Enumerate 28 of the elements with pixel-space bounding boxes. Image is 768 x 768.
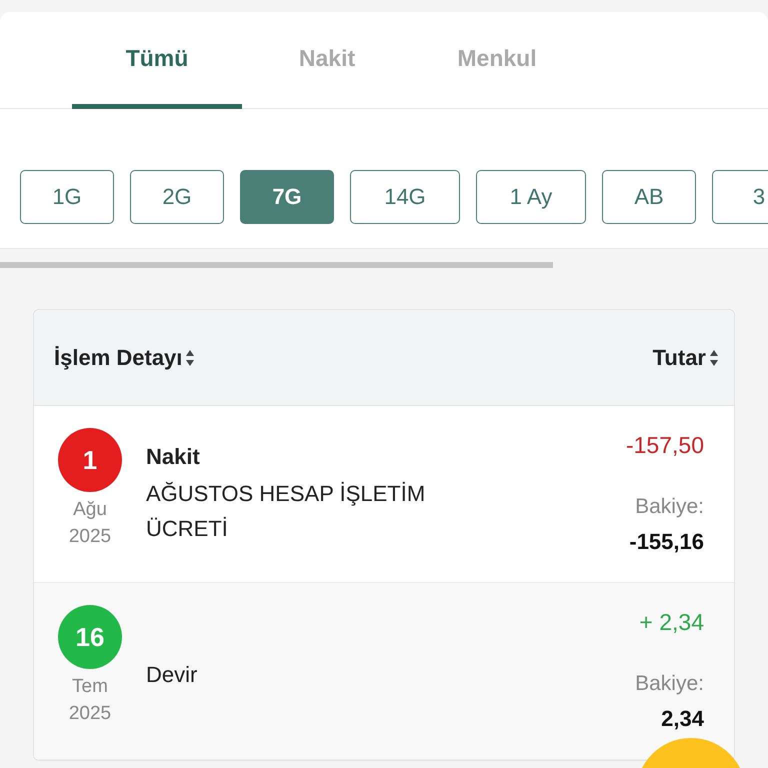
scrollbar[interactable]: [0, 262, 553, 268]
balance-label: Bakiye:: [635, 672, 704, 696]
amount: + 2,34: [639, 609, 704, 636]
period-chip[interactable]: AB: [602, 170, 696, 224]
period-chip[interactable]: 1 Ay: [476, 170, 586, 224]
balance-value: 2,34: [661, 706, 704, 732]
sort-icon[interactable]: [710, 348, 718, 366]
day-badge: 1: [58, 428, 122, 492]
balance-label: Bakiye:: [635, 495, 704, 519]
transaction-type: Nakit: [146, 444, 201, 470]
day-badge: 16: [58, 605, 122, 669]
tab[interactable]: Tümü: [72, 12, 242, 109]
balance-value: -155,16: [629, 529, 704, 555]
transaction-description: Devir: [146, 661, 198, 689]
transaction-description: AĞUSTOS HESAP İŞLETİM ÜCRETİ: [146, 480, 426, 543]
month-label: Tem: [72, 675, 108, 699]
period-chip[interactable]: 1G: [20, 170, 114, 224]
period-chip[interactable]: 14G: [350, 170, 460, 224]
period-chip[interactable]: 3: [712, 170, 768, 224]
year-label: 2025: [68, 525, 112, 549]
period-chip[interactable]: 2G: [130, 170, 224, 224]
period-chip[interactable]: 7G: [240, 170, 334, 224]
amount: -157,50: [626, 432, 704, 459]
sort-icon[interactable]: [186, 348, 194, 366]
year-label: 2025: [68, 702, 112, 726]
column-header[interactable]: İşlem Detayı: [54, 344, 182, 370]
column-header[interactable]: Tutar: [652, 344, 706, 370]
month-label: Ağu: [73, 498, 107, 522]
